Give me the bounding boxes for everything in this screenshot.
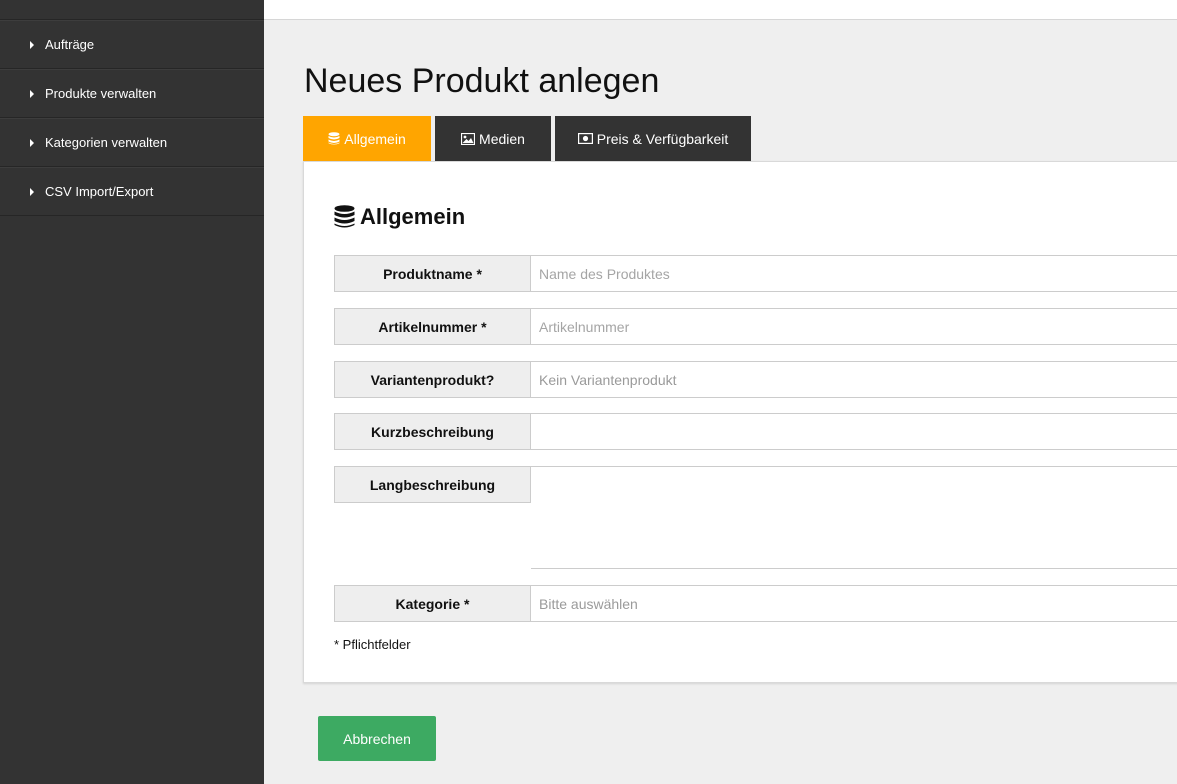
caret-right-icon [30, 40, 34, 49]
image-icon [461, 132, 476, 145]
form-row-variantenprodukt: Variantenprodukt? Kein Variantenprodukt [334, 361, 1177, 398]
form-panel: Allgemein Produktname * Artikelnummer * … [303, 161, 1177, 683]
sidebar-item-label: CSV Import/Export [45, 184, 154, 199]
tab-medien[interactable]: Medien [435, 116, 551, 161]
kategorie-select[interactable]: Bitte auswählen [531, 585, 1177, 622]
form-row-kurzbeschreibung: Kurzbeschreibung [334, 413, 1177, 450]
sidebar-header [0, 0, 264, 20]
sidebar-item-produkte-verwalten[interactable]: Produkte verwalten [0, 69, 264, 118]
produktname-input[interactable] [531, 255, 1177, 292]
form-row-langbeschreibung: Langbeschreibung [334, 466, 1177, 569]
field-label: Variantenprodukt? [334, 361, 531, 398]
caret-right-icon [30, 89, 34, 98]
form-row-produktname: Produktname * [334, 255, 1177, 292]
tab-label: Medien [479, 130, 525, 147]
sidebar-item-label: Kategorien verwalten [45, 135, 168, 150]
langbeschreibung-textarea[interactable] [531, 466, 1177, 569]
section-title: Allgemein [334, 204, 465, 230]
sidebar-item-label: Produkte verwalten [45, 86, 157, 101]
sidebar-item-kategorien-verwalten[interactable]: Kategorien verwalten [0, 118, 264, 167]
artikelnummer-input[interactable] [531, 308, 1177, 345]
tab-bar: Allgemein Medien Preis & Verfügbarkeit [303, 116, 755, 161]
sidebar-item-csv-import-export[interactable]: CSV Import/Export [0, 167, 264, 216]
money-icon [577, 133, 593, 144]
cancel-button[interactable]: Abbrechen [318, 716, 436, 761]
field-label: Kategorie * [334, 585, 531, 622]
sidebar-item-label: Aufträge [45, 37, 95, 52]
field-label: Langbeschreibung [334, 466, 531, 503]
sidebar-item-auftraege[interactable]: Aufträge [0, 20, 264, 69]
database-icon [334, 205, 355, 228]
field-label: Kurzbeschreibung [334, 413, 531, 450]
field-label: Artikelnummer * [334, 308, 531, 345]
tab-label: Allgemein [344, 130, 406, 147]
caret-right-icon [30, 187, 34, 196]
tab-allgemein[interactable]: Allgemein [303, 116, 431, 161]
form-row-kategorie: Kategorie * Bitte auswählen [334, 585, 1177, 622]
required-fields-note: * Pflichtfelder [334, 637, 411, 652]
form-row-artikelnummer: Artikelnummer * [334, 308, 1177, 345]
section-title-text: Allgemein [360, 204, 466, 229]
page-title: Neues Produkt anlegen [304, 62, 660, 100]
tab-label: Preis & Verfügbarkeit [596, 130, 729, 147]
field-label: Produktname * [334, 255, 531, 292]
caret-right-icon [30, 138, 34, 147]
kurzbeschreibung-input[interactable] [531, 413, 1177, 450]
tab-preis-verfuegbarkeit[interactable]: Preis & Verfügbarkeit [555, 116, 751, 161]
sidebar: Aufträge Produkte verwalten Kategorien v… [0, 0, 264, 784]
variantenprodukt-select[interactable]: Kein Variantenprodukt [531, 361, 1177, 398]
database-icon [328, 132, 340, 145]
top-bar [264, 0, 1177, 20]
